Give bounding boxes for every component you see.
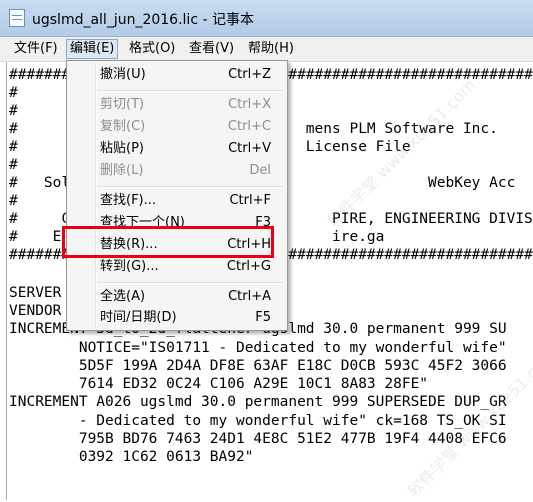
menu-help[interactable]: 帮助(H) (245, 39, 297, 59)
editor-line: # (9, 193, 18, 209)
menu-item-label: 删除(L) (100, 163, 144, 178)
menu-separator (98, 186, 284, 188)
menu-item-label: 查找(F)... (100, 193, 157, 208)
editor-line: SERVER (9, 285, 62, 301)
menu-item-shortcut: Ctrl+X (228, 97, 271, 112)
menu-item-label: 复制(C) (100, 119, 146, 134)
editor-line: VENDOR (9, 303, 62, 319)
menu-item-shortcut: Ctrl+F (229, 193, 271, 208)
editor-line: # (9, 103, 18, 119)
menu-item-label: 转到(G)... (100, 259, 159, 274)
menu-item-paste[interactable]: 粘贴(P) Ctrl+V (69, 138, 285, 160)
menu-item-label: 剪切(T) (100, 97, 145, 112)
editor-line: # (9, 157, 18, 173)
menu-file[interactable]: 文件(F) (11, 39, 61, 59)
menu-separator (98, 90, 284, 92)
window-title: ugslmd_all_jun_2016.lic - 记事本 (32, 12, 254, 28)
menu-item-label: 时间/日期(D) (100, 310, 177, 325)
menu-item-select-all[interactable]: 全选(A) Ctrl+A (69, 286, 285, 308)
editor-line: 795B BD76 7463 24D1 4E8C 51E2 477B 19F4 … (9, 431, 507, 447)
menu-item-delete[interactable]: 删除(L) Del (69, 160, 285, 182)
replace-highlight-box (62, 226, 274, 258)
menu-item-shortcut: Ctrl+G (226, 259, 271, 274)
notepad-icon (9, 9, 25, 27)
menu-item-copy[interactable]: 复制(C) Ctrl+C (69, 116, 285, 138)
menu-item-shortcut: Ctrl+C (227, 119, 271, 134)
title-bar[interactable]: ugslmd_all_jun_2016.lic - 记事本 (0, 0, 533, 37)
menu-view[interactable]: 查看(V) (186, 39, 237, 59)
editor-line: - Dedicated to my wonderful wife" ck=168… (9, 413, 507, 429)
editor-line: INCREMENT A026 ugslmd 30.0 permanent 999… (9, 394, 507, 410)
editor-line: 0392 1C62 0613 BA92" (9, 449, 254, 465)
menu-item-time-date[interactable]: 时间/日期(D) F5 (69, 307, 285, 329)
editor-line: # (9, 85, 18, 101)
menu-item-label: 撤消(U) (100, 67, 146, 82)
edit-menu: 撤消(U) Ctrl+Z 剪切(T) Ctrl+X 复制(C) Ctrl+C 粘… (66, 60, 288, 331)
editor-line: 5D5F 199A 2D4A DF8E 63AF E18C D0CB 593C … (9, 358, 507, 374)
menu-item-label: 全选(A) (100, 289, 146, 304)
menu-item-label: 粘贴(P) (100, 141, 144, 156)
menu-item-find[interactable]: 查找(F)... Ctrl+F (69, 190, 285, 212)
menu-bar: 文件(F) 编辑(E) 格式(O) 查看(V) 帮助(H) (0, 37, 533, 62)
menu-item-shortcut: Ctrl+Z (228, 67, 271, 82)
editor-line: 7614 ED32 0C24 C106 A29E 10C1 8A83 28FE" (9, 376, 429, 392)
menu-edit[interactable]: 编辑(E) (66, 39, 119, 59)
menu-item-shortcut: F5 (255, 310, 271, 325)
menu-format[interactable]: 格式(O) (126, 39, 178, 59)
menu-item-shortcut: Ctrl+A (228, 289, 271, 304)
menu-separator (98, 282, 284, 284)
editor-border (6, 62, 7, 500)
menu-item-shortcut: Ctrl+V (228, 141, 271, 156)
editor-line: NOTICE="IS01711 - Dedicated to my wonder… (9, 340, 507, 356)
menu-item-shortcut: Del (249, 163, 271, 178)
menu-item-cut[interactable]: 剪切(T) Ctrl+X (69, 94, 285, 116)
menu-item-undo[interactable]: 撤消(U) Ctrl+Z (69, 64, 285, 86)
menu-item-goto[interactable]: 转到(G)... Ctrl+G (69, 256, 285, 278)
